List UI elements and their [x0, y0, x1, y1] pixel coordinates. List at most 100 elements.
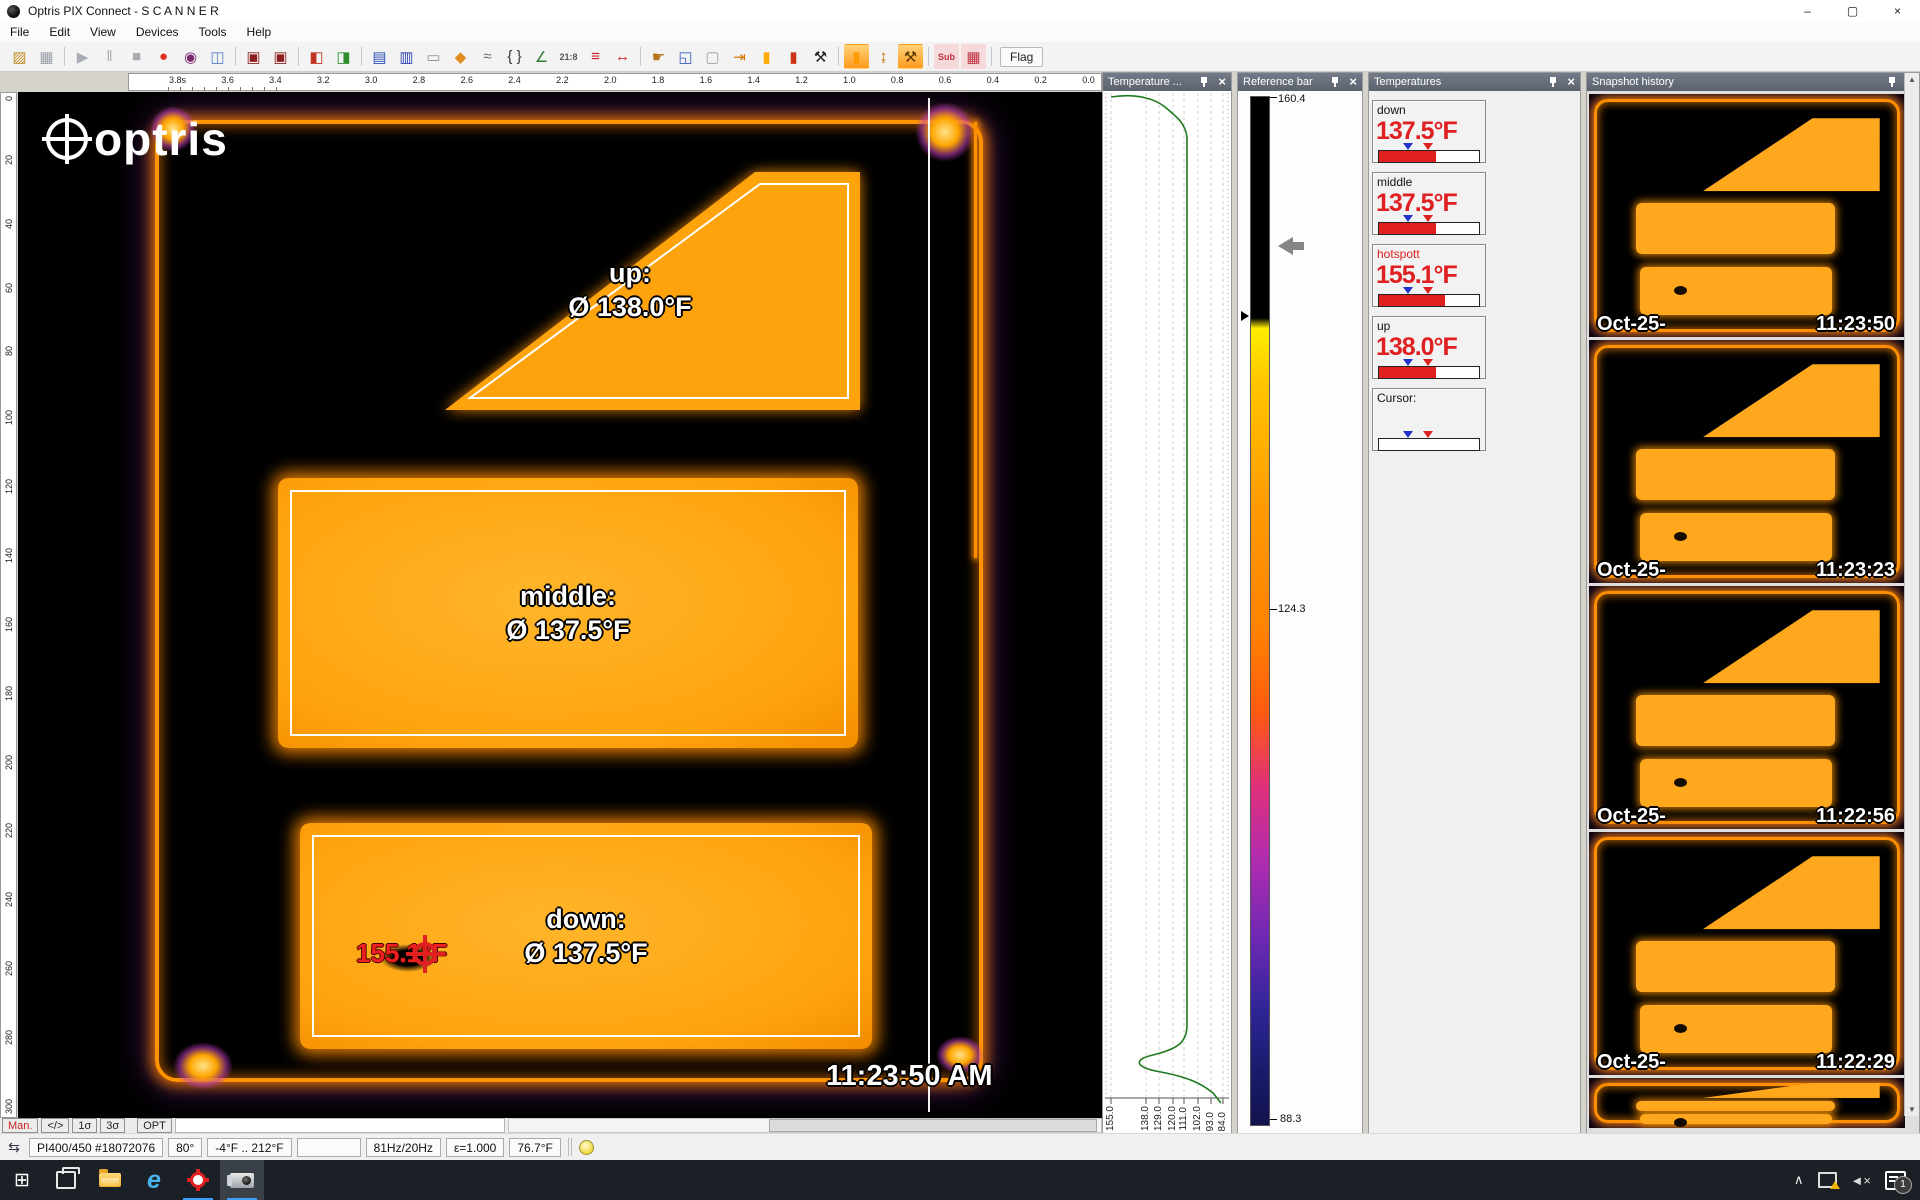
opt-button[interactable]: OPT [137, 1118, 172, 1133]
ruler-tick-label: 80 [4, 346, 14, 356]
scroll-down-icon[interactable]: ▼ [1908, 1105, 1916, 1114]
range-arrow-icon[interactable]: ↔ [610, 44, 635, 69]
menu-item[interactable]: Devices [126, 25, 189, 39]
palette-icon[interactable]: ▤ [367, 44, 392, 69]
menu-item[interactable]: View [80, 25, 126, 39]
color-scale-bar[interactable] [1250, 96, 1270, 1126]
sigma1-button[interactable]: 1σ [72, 1118, 97, 1133]
pointer-hand-icon[interactable]: ☛ [646, 44, 671, 69]
high-marker-icon[interactable] [1423, 215, 1433, 222]
close-icon[interactable]: × [1567, 76, 1575, 88]
braces-icon[interactable]: { } [502, 44, 527, 69]
scroll-up-icon[interactable]: ▲ [1908, 75, 1916, 84]
color-alarm-icon[interactable]: ◆ [448, 44, 473, 69]
temperature-card[interactable]: up 138.0°F [1372, 316, 1486, 379]
tray-expand-icon[interactable]: ∧ [1794, 1172, 1804, 1188]
layout-green-icon[interactable]: ◨ [331, 44, 356, 69]
low-marker-icon[interactable] [1403, 215, 1413, 222]
pin-icon[interactable] [1548, 76, 1558, 88]
digital-display-icon[interactable]: 21:8 [556, 44, 581, 69]
snapshot-thumbnail[interactable]: Oct-25- 11:23:50 [1589, 94, 1905, 337]
stop-icon[interactable]: ■ [124, 44, 149, 69]
optris-app-button[interactable] [176, 1160, 220, 1200]
measure-area-down[interactable]: down: Ø 137.5°F [300, 823, 872, 1049]
reference-arrow-icon[interactable] [1278, 237, 1293, 255]
temperature-card[interactable]: Cursor: [1372, 388, 1486, 451]
flag-button[interactable]: Flag [1000, 47, 1043, 67]
hot-tools-icon[interactable]: ⚒ [898, 44, 923, 69]
save-icon[interactable]: ▦ [34, 44, 59, 69]
network-warning-icon[interactable] [1818, 1172, 1837, 1188]
subtract-save-icon[interactable]: ▦ [961, 44, 986, 69]
flag-area-icon[interactable]: ▮ [844, 44, 869, 69]
manual-mode-button[interactable]: Man. [2, 1118, 38, 1133]
camera-app-button[interactable] [220, 1160, 264, 1200]
close-icon[interactable]: × [1349, 76, 1357, 88]
reference-adjust-icon[interactable]: ↨ [871, 44, 896, 69]
measure-area-middle[interactable]: middle: Ø 137.5°F [278, 478, 858, 748]
menu-item[interactable]: File [0, 25, 39, 39]
snapshot-camera-icon[interactable]: ◉ [178, 44, 203, 69]
snapshot-scrollbar[interactable]: ▲ ▼ [1904, 73, 1919, 1116]
palette-bar-warm-icon[interactable]: ▮ [754, 44, 779, 69]
volume-muted-icon[interactable]: ◄× [1851, 1173, 1871, 1188]
histogram-icon[interactable]: ▥ [394, 44, 419, 69]
select-cursor-icon[interactable]: ▶ [70, 44, 95, 69]
maximize-button[interactable]: ▢ [1830, 0, 1875, 22]
snapshot-thumbnail[interactable]: Oct-25- 11:23:23 [1589, 340, 1905, 583]
file-explorer-button[interactable] [88, 1160, 132, 1200]
open-file-icon[interactable]: ▨ [7, 44, 32, 69]
high-marker-icon[interactable] [1423, 359, 1433, 366]
bulb-icon[interactable] [579, 1140, 594, 1155]
palette-bar-hot-icon[interactable]: ▮ [781, 44, 806, 69]
snapshot-thumbnail[interactable] [1589, 1078, 1905, 1128]
horizontal-scrollbar[interactable] [508, 1118, 1102, 1133]
menu-item[interactable]: Edit [39, 25, 80, 39]
blank-window-icon[interactable]: ▢ [700, 44, 725, 69]
low-marker-icon[interactable] [1403, 359, 1413, 366]
high-marker-icon[interactable] [1423, 431, 1433, 438]
pin-icon[interactable] [1330, 76, 1340, 88]
minimize-button[interactable]: – [1785, 0, 1830, 22]
temperature-card[interactable]: hotspott 155.1°F [1372, 244, 1486, 307]
pause-icon[interactable]: ‖ [97, 44, 122, 69]
thermal-image-view[interactable]: optris up: Ø 138.0°F middle: Ø 137.5°F d… [18, 92, 1102, 1118]
pin-icon[interactable] [1199, 76, 1209, 88]
snapshot-thumbnail[interactable]: Oct-25- 11:22:29 [1589, 832, 1905, 1075]
menu-item[interactable]: Help [237, 25, 282, 39]
high-marker-icon[interactable] [1423, 287, 1433, 294]
task-view-button[interactable] [44, 1160, 88, 1200]
curve-icon[interactable]: ≈ [475, 44, 500, 69]
display-window-2-icon[interactable]: ▣ [268, 44, 293, 69]
settings-tools-icon[interactable]: ⚒ [808, 44, 833, 69]
internet-explorer-button[interactable]: e [132, 1160, 176, 1200]
annotation-icon[interactable]: ▭ [421, 44, 446, 69]
record-icon[interactable]: ● [151, 44, 176, 69]
scrollbar-thumb[interactable] [769, 1119, 1097, 1132]
low-marker-icon[interactable] [1403, 143, 1413, 150]
palette-transfer-icon[interactable]: ⇥ [727, 44, 752, 69]
action-center-icon[interactable]: 1 [1885, 1171, 1906, 1190]
zoom-window-icon[interactable]: ◱ [673, 44, 698, 69]
scale-handle[interactable] [1241, 311, 1249, 321]
display-window-icon[interactable]: ▣ [241, 44, 266, 69]
pin-icon[interactable] [1887, 76, 1897, 88]
high-marker-icon[interactable] [1423, 143, 1433, 150]
close-button[interactable]: × [1875, 0, 1920, 22]
copy-icon[interactable]: ◫ [205, 44, 230, 69]
sigma3-button[interactable]: 3σ [100, 1118, 125, 1133]
hotspot-crosshair-icon[interactable] [406, 935, 444, 973]
temperature-card[interactable]: middle 137.5°F [1372, 172, 1486, 235]
range-mode-button[interactable]: </> [41, 1118, 69, 1133]
snapshot-thumbnail[interactable]: Oct-25- 11:22:56 [1589, 586, 1905, 829]
close-icon[interactable]: × [1218, 76, 1226, 88]
layout-red-icon[interactable]: ◧ [304, 44, 329, 69]
temperature-card[interactable]: down 137.5°F [1372, 100, 1486, 163]
subtract-icon[interactable]: Sub [934, 44, 959, 69]
profile-chart-icon[interactable]: ∠ [529, 44, 554, 69]
low-marker-icon[interactable] [1403, 287, 1413, 294]
low-marker-icon[interactable] [1403, 431, 1413, 438]
start-button[interactable]: ⊞ [0, 1160, 44, 1200]
menu-item[interactable]: Tools [189, 25, 237, 39]
alarm-bars-icon[interactable]: ≡ [583, 44, 608, 69]
